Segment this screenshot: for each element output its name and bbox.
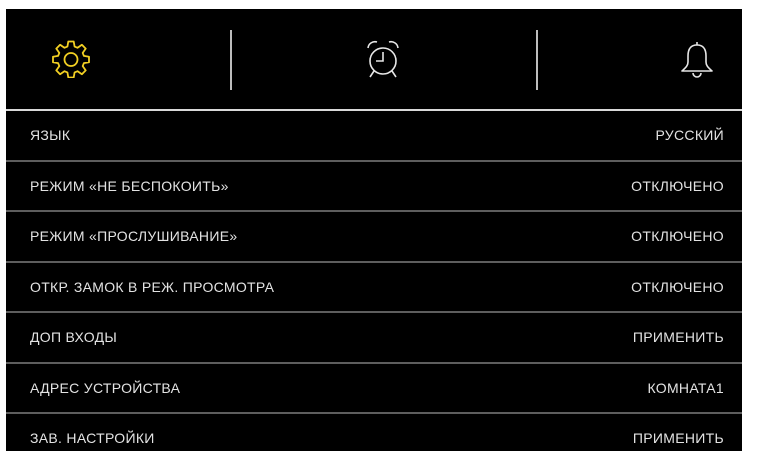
tab-settings[interactable] <box>6 9 273 109</box>
setting-value: КОМНАТА1 <box>647 379 724 396</box>
tab-divider <box>230 30 232 90</box>
setting-label: ДОП ВХОДЫ <box>30 329 118 346</box>
alarm-clock-icon <box>365 39 401 79</box>
setting-row-do-not-disturb[interactable]: РЕЖИМ «НЕ БЕСПОКОИТЬ» ОТКЛЮЧЕНО <box>6 162 742 212</box>
setting-value: ОТКЛЮЧЕНО <box>631 177 724 194</box>
setting-value: ПРИМЕНИТЬ <box>632 329 724 346</box>
setting-row-device-address[interactable]: АДРЕС УСТРОЙСТВА КОМНАТА1 <box>6 364 742 414</box>
setting-row-factory-reset[interactable]: ЗАВ. НАСТРОЙКИ ПРИМЕНИТЬ <box>6 414 742 451</box>
setting-row-unlock-in-view[interactable]: ОТКР. ЗАМОК В РЕЖ. ПРОСМОТРА ОТКЛЮЧЕНО <box>6 263 742 313</box>
top-tab-bar <box>6 9 742 109</box>
setting-label: ЗАВ. НАСТРОЙКИ <box>30 430 155 447</box>
setting-label: РЕЖИМ «ПРОСЛУШИВАНИЕ» <box>30 228 238 245</box>
setting-value: ОТКЛЮЧЕНО <box>631 228 724 245</box>
bell-icon <box>680 40 714 78</box>
setting-label: ОТКР. ЗАМОК В РЕЖ. ПРОСМОТРА <box>30 278 275 295</box>
setting-label: АДРЕС УСТРОЙСТВА <box>30 379 181 396</box>
tab-alarm[interactable] <box>273 9 494 109</box>
tab-divider <box>536 30 538 90</box>
setting-row-extra-inputs[interactable]: ДОП ВХОДЫ ПРИМЕНИТЬ <box>6 313 742 364</box>
gear-icon <box>52 40 90 78</box>
setting-value: РУССКИЙ <box>655 127 724 144</box>
settings-screen: ЯЗЫК РУССКИЙ РЕЖИМ «НЕ БЕСПОКОИТЬ» ОТКЛЮ… <box>6 9 742 451</box>
setting-value: ОТКЛЮЧЕНО <box>631 278 724 295</box>
setting-label: ЯЗЫК <box>30 127 71 144</box>
setting-label: РЕЖИМ «НЕ БЕСПОКОИТЬ» <box>30 177 229 194</box>
settings-list: ЯЗЫК РУССКИЙ РЕЖИМ «НЕ БЕСПОКОИТЬ» ОТКЛЮ… <box>6 111 742 451</box>
tab-notifications[interactable] <box>493 9 742 109</box>
setting-row-language[interactable]: ЯЗЫК РУССКИЙ <box>6 111 742 162</box>
setting-value: ПРИМЕНИТЬ <box>632 430 724 447</box>
setting-row-monitoring[interactable]: РЕЖИМ «ПРОСЛУШИВАНИЕ» ОТКЛЮЧЕНО <box>6 212 742 263</box>
